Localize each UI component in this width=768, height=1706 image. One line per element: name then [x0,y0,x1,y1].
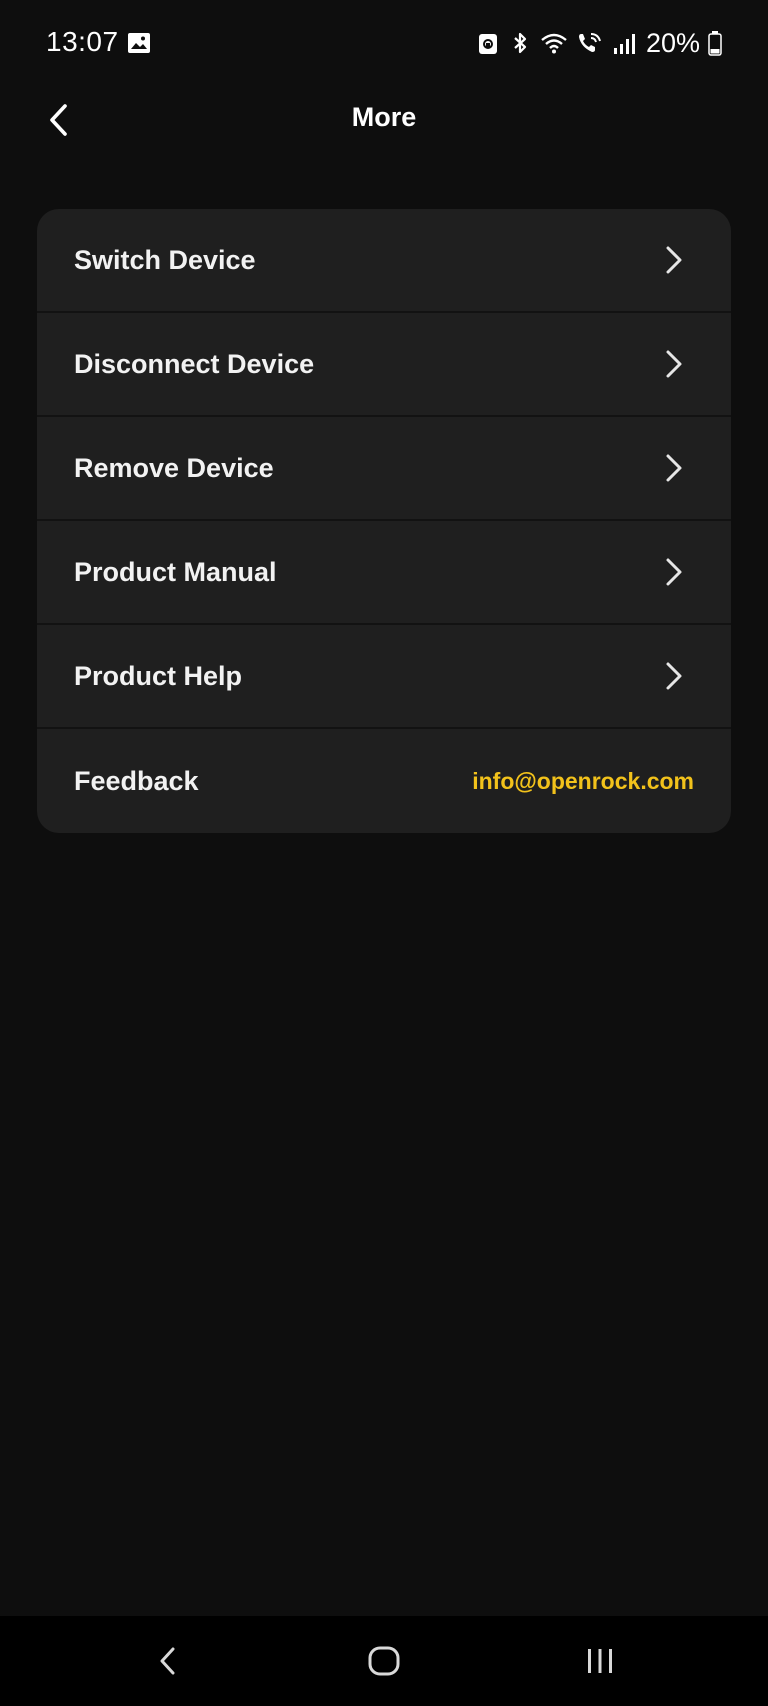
product-manual-item[interactable]: Product Manual [37,521,731,625]
nav-recents-button[interactable] [570,1636,630,1686]
nav-back-button[interactable] [138,1636,198,1686]
status-bar: 13:07 20% [0,0,768,90]
gallery-icon [128,33,150,53]
wifi-calling-icon [578,33,601,52]
wifi-icon [541,33,567,54]
nav-home-icon [368,1646,400,1676]
menu-card: Switch Device Disconnect Device Remove D… [37,209,731,833]
feedback-email-link[interactable]: info@openrock.com [472,768,694,795]
switch-device-item[interactable]: Switch Device [37,209,731,313]
chevron-right-icon [666,662,682,690]
page-title: More [351,102,417,132]
signal-icon [613,34,635,54]
top-bar: More [0,90,768,150]
system-nav-bar [0,1616,768,1706]
chevron-right-icon [666,246,682,274]
remove-device-item[interactable]: Remove Device [37,417,731,521]
menu-item-label: Disconnect Device [74,348,315,379]
menu-item-label: Switch Device [74,244,256,275]
status-time: 13:07 [46,26,119,57]
status-icons: 20% [476,26,722,60]
nav-recents-icon [588,1649,612,1673]
product-help-item[interactable]: Product Help [37,625,731,729]
bluetooth-icon [514,32,527,54]
chevron-right-icon [666,350,682,378]
menu-item-label: Product Help [74,660,243,691]
battery-icon [708,31,722,56]
battery-percent: 20% [645,27,700,58]
chevron-right-icon [666,454,682,482]
lock-sync-icon [478,34,497,54]
feedback-item[interactable]: Feedback info@openrock.com [37,729,731,833]
nav-back-icon [160,1647,175,1675]
menu-item-label: Product Manual [74,556,277,587]
nav-home-button[interactable] [354,1636,414,1686]
menu-item-label: Remove Device [74,452,274,483]
menu-item-label: Feedback [74,765,199,796]
disconnect-device-item[interactable]: Disconnect Device [37,313,731,417]
chevron-right-icon [666,558,682,586]
